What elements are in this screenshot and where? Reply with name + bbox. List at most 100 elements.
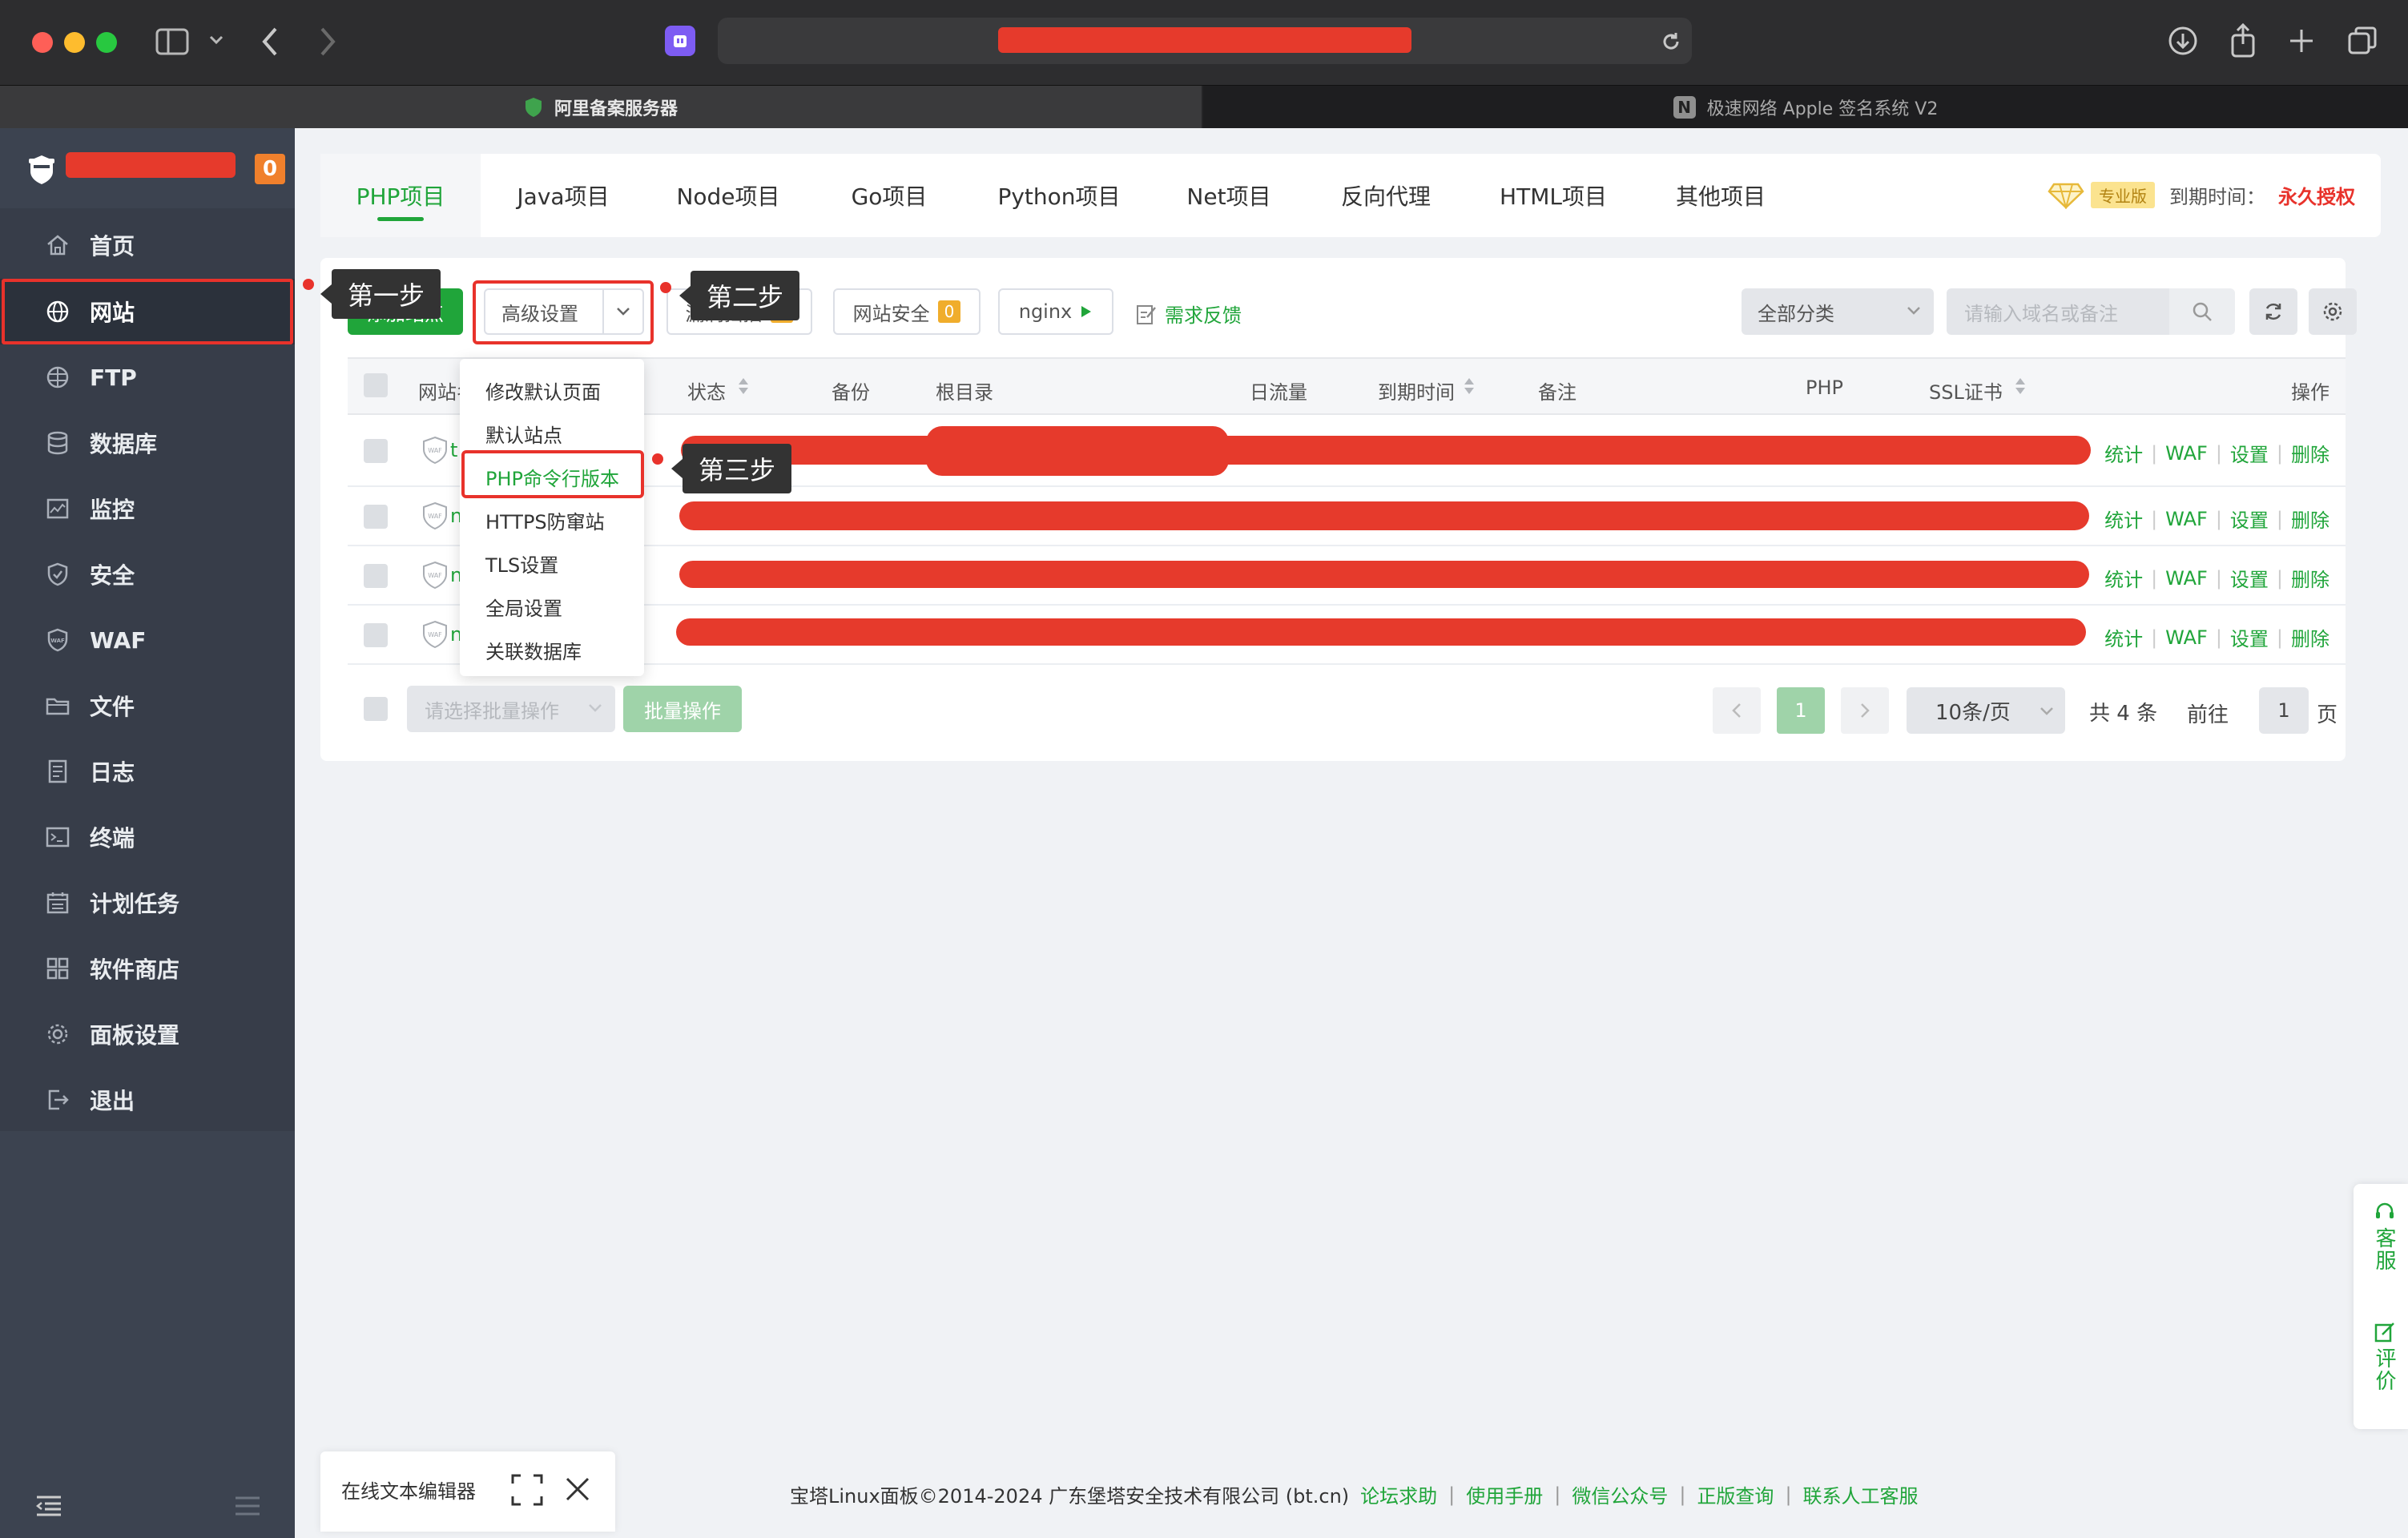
row-checkbox[interactable]: [364, 564, 388, 588]
category-select[interactable]: 全部分类: [1742, 288, 1934, 335]
close-icon[interactable]: [564, 1476, 591, 1503]
sidebar-item-waf[interactable]: WAF WAF: [0, 607, 295, 673]
sidebar-item-logout[interactable]: 退出: [0, 1067, 295, 1133]
tab-go[interactable]: Go项目: [811, 154, 968, 237]
sort-icon[interactable]: [737, 375, 750, 397]
page-size-select[interactable]: 10条/页: [1907, 687, 2065, 734]
forward-arrow-icon[interactable]: [317, 26, 336, 58]
settings-link[interactable]: 设置: [2230, 439, 2269, 467]
delete-link[interactable]: 删除: [2291, 439, 2329, 467]
sidebar-item-cron[interactable]: 计划任务: [0, 870, 295, 936]
row-checkbox[interactable]: [364, 623, 388, 647]
menu-item-tls-settings[interactable]: TLS设置: [485, 550, 558, 578]
new-tab-icon[interactable]: [2288, 27, 2315, 54]
sort-icon[interactable]: [2014, 375, 2027, 397]
batch-action-select[interactable]: 请选择批量操作: [407, 686, 615, 732]
search-input[interactable]: 请输入域名或备注: [1947, 288, 2169, 335]
chevron-down-icon[interactable]: [208, 32, 224, 48]
tab-node[interactable]: Node项目: [646, 154, 811, 237]
customer-service-button[interactable]: 客服: [2370, 1202, 2399, 1272]
sidebar-item-security[interactable]: 安全: [0, 542, 295, 607]
tab-other[interactable]: 其他项目: [1642, 154, 1799, 237]
next-page-button[interactable]: [1841, 687, 1889, 734]
select-all-checkbox[interactable]: [364, 373, 388, 397]
tab-html[interactable]: HTML项目: [1464, 154, 1642, 237]
settings-link[interactable]: 设置: [2230, 505, 2269, 533]
sidebar-toggle-icon[interactable]: [155, 27, 189, 56]
sidebar-item-panel-settings[interactable]: 面板设置: [0, 1001, 295, 1067]
sort-icon[interactable]: [1463, 375, 1476, 397]
menu-item-https-anti-hijack[interactable]: HTTPS防窜站: [485, 506, 605, 534]
site-security-button[interactable]: 网站安全 0: [833, 288, 981, 335]
stats-link[interactable]: 统计: [2104, 439, 2143, 467]
refresh-button[interactable]: [2249, 288, 2297, 335]
prev-page-button[interactable]: [1713, 687, 1761, 734]
list-menu-icon[interactable]: [234, 1495, 261, 1517]
th-ssl[interactable]: SSL证书: [1929, 376, 2003, 405]
settings-link[interactable]: 设置: [2230, 623, 2269, 651]
browser-tab-inactive[interactable]: N 极速网络 Apple 签名系统 V2: [1203, 86, 2408, 129]
reload-icon[interactable]: [1660, 30, 1682, 53]
delete-link[interactable]: 删除: [2291, 623, 2329, 651]
menu-item-linked-database[interactable]: 关联数据库: [485, 636, 582, 664]
feedback-link[interactable]: 需求反馈: [1136, 300, 1242, 328]
delete-link[interactable]: 删除: [2291, 564, 2329, 592]
tab-overview-icon[interactable]: [2347, 26, 2378, 56]
download-icon[interactable]: [2168, 26, 2198, 56]
stats-link[interactable]: 统计: [2104, 564, 2143, 592]
site-name-link[interactable]: t: [450, 439, 457, 461]
share-icon[interactable]: [2229, 22, 2257, 58]
collapse-sidebar-icon[interactable]: [35, 1495, 62, 1517]
stats-link[interactable]: 统计: [2104, 505, 2143, 533]
th-status[interactable]: 状态: [687, 376, 726, 405]
extension-icon[interactable]: [665, 26, 695, 56]
close-window-button[interactable]: [32, 32, 53, 53]
review-button[interactable]: 评价: [2370, 1322, 2399, 1392]
tab-java[interactable]: Java项目: [481, 154, 646, 237]
th-expire[interactable]: 到期时间: [1378, 376, 1455, 405]
tab-php[interactable]: PHP项目: [320, 154, 481, 237]
goto-page-input[interactable]: 1: [2259, 687, 2309, 734]
expire-value[interactable]: 永久授权: [2278, 181, 2355, 209]
address-bar[interactable]: [718, 18, 1692, 64]
table-settings-button[interactable]: [2309, 288, 2357, 335]
sidebar-item-database[interactable]: 数据库: [0, 410, 295, 476]
tab-python[interactable]: Python项目: [968, 154, 1150, 237]
browser-tab-active[interactable]: 阿里备案服务器: [0, 86, 1202, 129]
nginx-button[interactable]: nginx: [998, 288, 1113, 335]
menu-item-default-site[interactable]: 默认站点: [485, 420, 562, 448]
search-button[interactable]: [2169, 288, 2235, 335]
tab-net[interactable]: Net项目: [1150, 154, 1307, 237]
footer-link-manual[interactable]: 使用手册: [1466, 1480, 1543, 1508]
sidebar-item-monitor[interactable]: 监控: [0, 476, 295, 542]
batch-action-button[interactable]: 批量操作: [623, 686, 742, 732]
tab-reverse-proxy[interactable]: 反向代理: [1307, 154, 1464, 237]
online-editor-bar[interactable]: 在线文本编辑器: [320, 1451, 615, 1532]
footer-link-support[interactable]: 联系人工客服: [1803, 1480, 1919, 1508]
footer-link-genuine[interactable]: 正版查询: [1697, 1480, 1774, 1508]
waf-link[interactable]: WAF: [2165, 508, 2208, 530]
row-checkbox[interactable]: [364, 505, 388, 529]
zoom-window-button[interactable]: [96, 32, 117, 53]
sidebar-item-home[interactable]: 首页: [0, 212, 295, 278]
minimize-window-button[interactable]: [64, 32, 85, 53]
settings-link[interactable]: 设置: [2230, 564, 2269, 592]
row-checkbox[interactable]: [364, 439, 388, 463]
sidebar-item-logs[interactable]: 日志: [0, 739, 295, 804]
notification-badge[interactable]: 0: [255, 154, 285, 184]
stats-link[interactable]: 统计: [2104, 623, 2143, 651]
menu-item-default-page[interactable]: 修改默认页面: [485, 376, 601, 405]
menu-item-global-settings[interactable]: 全局设置: [485, 593, 562, 621]
delete-link[interactable]: 删除: [2291, 505, 2329, 533]
sidebar-item-files[interactable]: 文件: [0, 673, 295, 739]
fullscreen-icon[interactable]: [511, 1474, 543, 1506]
sidebar-item-ftp[interactable]: FTP: [0, 344, 295, 410]
sidebar-item-store[interactable]: 软件商店: [0, 936, 295, 1001]
waf-link[interactable]: WAF: [2165, 626, 2208, 649]
waf-link[interactable]: WAF: [2165, 567, 2208, 590]
footer-link-forum[interactable]: 论坛求助: [1360, 1480, 1437, 1508]
page-number-current[interactable]: 1: [1777, 687, 1825, 734]
back-arrow-icon[interactable]: [261, 26, 280, 58]
sidebar-item-terminal[interactable]: 终端: [0, 804, 295, 870]
waf-link[interactable]: WAF: [2165, 442, 2208, 465]
